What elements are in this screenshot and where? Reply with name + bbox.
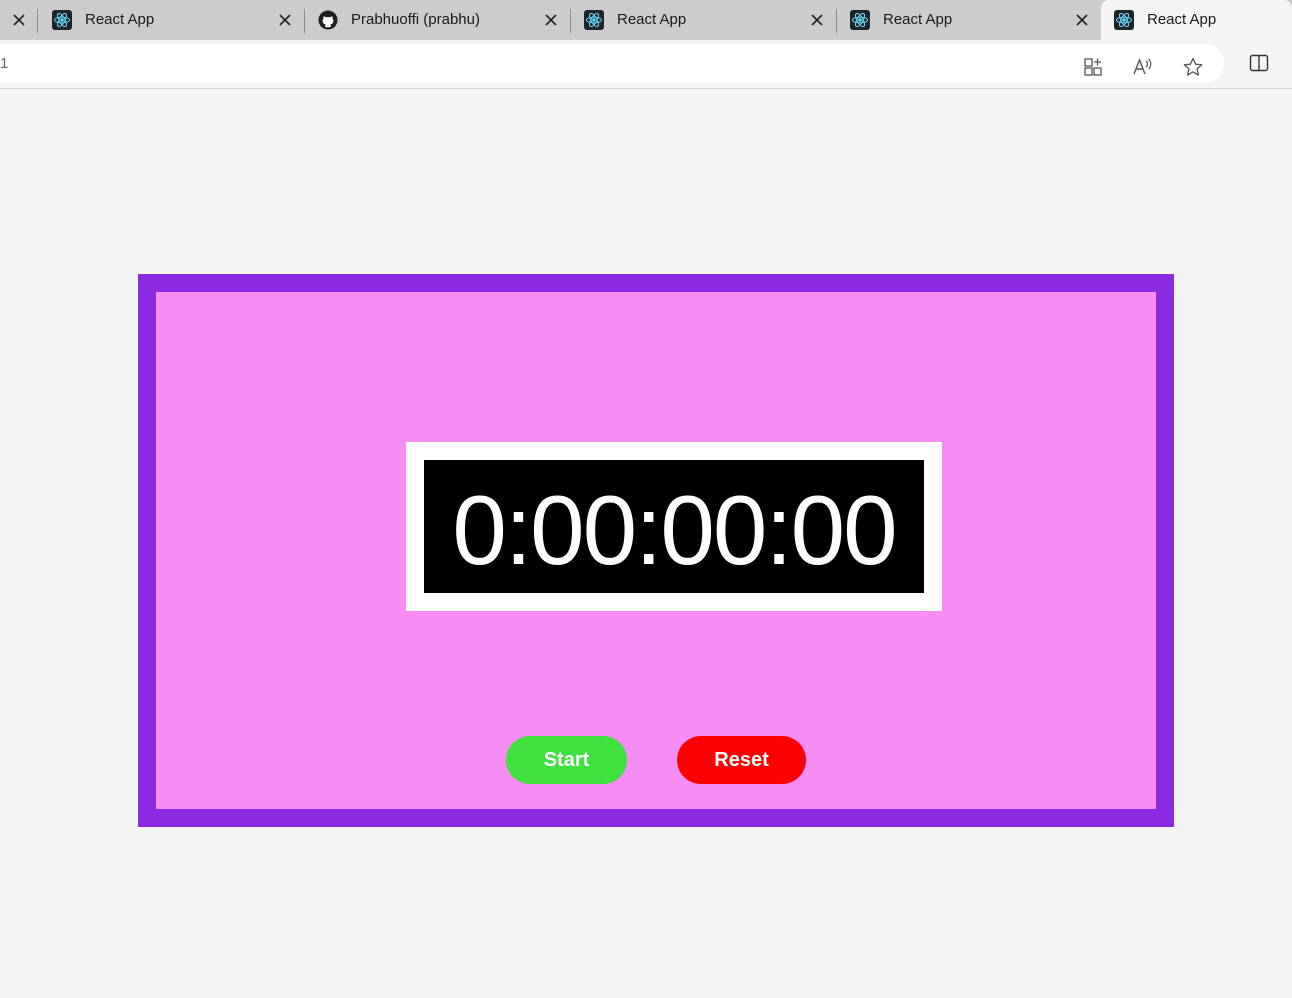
tab-strip: React App Prabhuoffi (prabhu) React App: [0, 0, 1292, 40]
tab-react-app-active[interactable]: React App: [1101, 0, 1292, 40]
github-icon: [318, 10, 338, 30]
split-screen-icon[interactable]: [1248, 52, 1270, 74]
address-bar[interactable]: 1: [0, 44, 1224, 83]
address-text: 1: [0, 55, 9, 72]
add-app-icon[interactable]: [1082, 56, 1104, 78]
time-readout: 0:00:00:00: [452, 474, 897, 585]
time-display-frame: 0:00:00:00: [406, 442, 942, 611]
tab-react-app-3[interactable]: React App: [836, 0, 1100, 40]
tab-title: Prabhuoffi (prabhu): [351, 11, 480, 28]
close-icon[interactable]: [543, 12, 559, 28]
react-icon: [1114, 10, 1134, 30]
tab-github-prabhuoffi[interactable]: Prabhuoffi (prabhu): [304, 0, 570, 40]
start-button[interactable]: Start: [506, 736, 627, 784]
tab-title: React App: [617, 11, 687, 28]
tab-react-app-1[interactable]: React App: [38, 0, 304, 40]
react-icon: [584, 10, 604, 30]
time-display: 0:00:00:00: [424, 460, 924, 593]
favorite-star-icon[interactable]: [1182, 56, 1204, 78]
react-icon: [52, 10, 72, 30]
close-icon[interactable]: [277, 12, 293, 28]
stopwatch-frame: 0:00:00:00 Start Reset: [138, 274, 1174, 827]
read-aloud-icon[interactable]: [1132, 56, 1154, 78]
stopwatch-panel: 0:00:00:00 Start Reset: [156, 292, 1156, 809]
tab-react-app-2[interactable]: React App: [570, 0, 836, 40]
close-icon[interactable]: [809, 12, 825, 28]
close-icon[interactable]: [11, 12, 27, 28]
tab-title: React App: [883, 11, 953, 28]
react-icon: [850, 10, 870, 30]
browser-toolbar: 1: [0, 40, 1292, 89]
tab-title: React App: [1147, 11, 1217, 28]
close-icon[interactable]: [1074, 12, 1090, 28]
reset-button[interactable]: Reset: [677, 736, 806, 784]
tab-title: React App: [85, 11, 155, 28]
